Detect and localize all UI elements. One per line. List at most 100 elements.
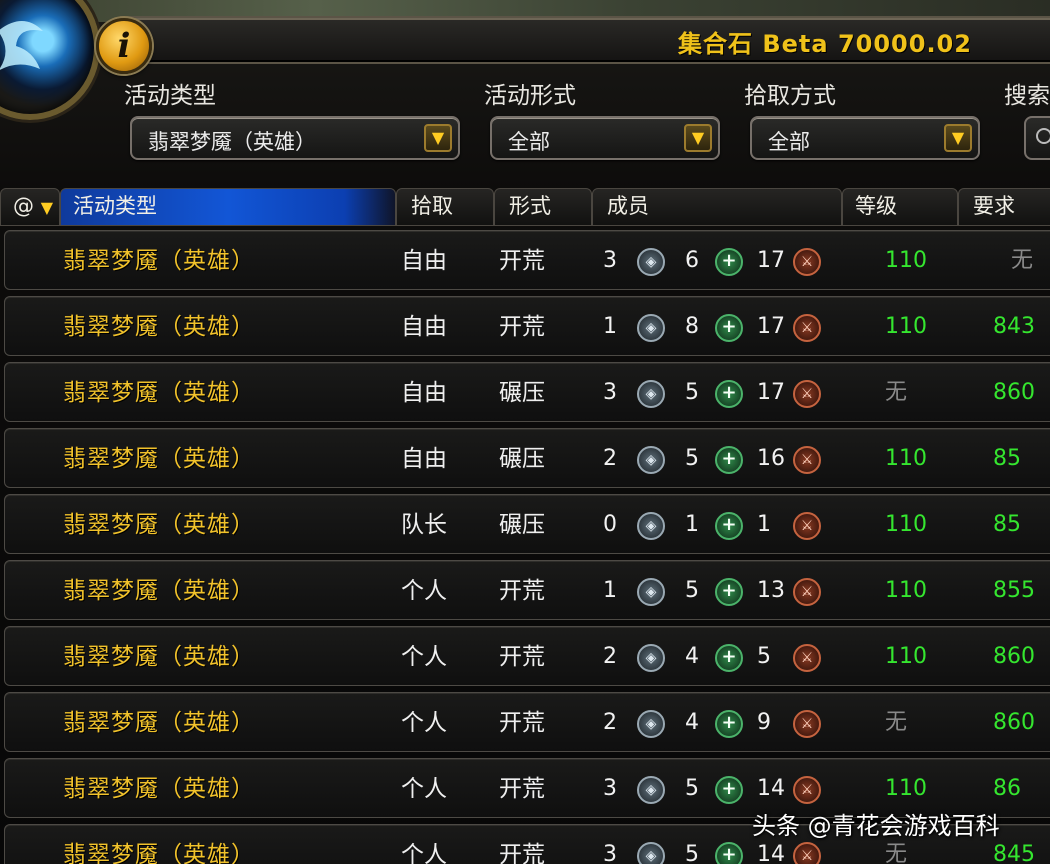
- column-header-members-label: 成员: [607, 194, 649, 218]
- requirement-value: 860: [993, 710, 1035, 735]
- dps-count: 1: [757, 512, 771, 537]
- column-header-mode[interactable]: 形式: [494, 188, 592, 226]
- info-button[interactable]: i: [96, 18, 152, 74]
- activity-mode: 开荒: [499, 842, 545, 864]
- healer-plus-icon: +: [715, 644, 743, 672]
- addon-version-label: 集合石 Beta 70000.02: [678, 30, 972, 58]
- loot-mode: 自由: [401, 248, 447, 274]
- activity-mode: 碾压: [499, 446, 545, 472]
- chevron-down-icon[interactable]: ▼: [944, 124, 972, 152]
- table-row[interactable]: 翡翠梦魇（英雄） 队长 碾压 0 ◈ 1 +1 ⚔ 110 85: [4, 494, 1050, 554]
- healer-count: 5: [685, 380, 699, 405]
- tank-shield-icon: ◈: [637, 710, 665, 738]
- column-header-members[interactable]: 成员: [592, 188, 842, 226]
- loot-mode: 自由: [401, 446, 447, 472]
- tank-count: 3: [603, 380, 617, 405]
- activity-type-dropdown[interactable]: 翡翠梦魇（英雄） ▼: [130, 116, 460, 160]
- tank-shield-icon: ◈: [637, 578, 665, 606]
- activity-name: 翡翠梦魇（英雄）: [63, 512, 255, 538]
- dps-count: 9: [757, 710, 771, 735]
- activity-mode: 开荒: [499, 644, 545, 670]
- healer-count: 8: [685, 314, 699, 339]
- healer-count: 1: [685, 512, 699, 537]
- healer-count: 6: [685, 248, 699, 273]
- activity-type-filter-label: 活动类型: [124, 83, 216, 109]
- activity-mode: 开荒: [499, 314, 545, 340]
- loot-mode-filter-label: 拾取方式: [744, 83, 836, 109]
- loot-mode: 个人: [401, 644, 447, 670]
- loot-mode-dropdown-value: 全部: [768, 130, 810, 154]
- dps-sword-icon: ⚔: [793, 380, 821, 408]
- search-label: 搜索: [1004, 83, 1050, 109]
- search-input[interactable]: [1024, 116, 1050, 160]
- dps-sword-icon: ⚔: [793, 644, 821, 672]
- column-header-requirement[interactable]: 要求: [958, 188, 1050, 226]
- tank-shield-icon: ◈: [637, 248, 665, 276]
- table-row[interactable]: 翡翠梦魇（英雄） 自由 碾压 2 ◈ 5 +16 ⚔ 110 85: [4, 428, 1050, 488]
- column-header-activity-label: 活动类型: [73, 194, 157, 218]
- dps-count: 13: [757, 578, 785, 603]
- table-row[interactable]: 翡翠梦魇（英雄） 自由 开荒 3 ◈ 6 +17 ⚔ 110 无: [4, 230, 1050, 290]
- tank-count: 2: [603, 446, 617, 471]
- loot-mode-dropdown[interactable]: 全部 ▼: [750, 116, 980, 160]
- dps-count: 16: [757, 446, 785, 471]
- requirement-value: 860: [993, 644, 1035, 669]
- addon-portrait-icon: [0, 0, 100, 120]
- tank-count: 3: [603, 842, 617, 864]
- level-value: 无: [885, 710, 908, 735]
- activity-name: 翡翠梦魇（英雄）: [63, 710, 255, 736]
- tank-count: 3: [603, 248, 617, 273]
- column-header-at-label: @: [13, 194, 34, 218]
- healer-plus-icon: +: [715, 578, 743, 606]
- chevron-down-icon[interactable]: ▼: [424, 124, 452, 152]
- sort-arrow-icon: ▼: [40, 198, 53, 217]
- level-value: 110: [885, 644, 927, 669]
- dps-sword-icon: ⚔: [793, 776, 821, 804]
- column-header-level-label: 等级: [855, 194, 897, 218]
- dps-sword-icon: ⚔: [793, 842, 821, 864]
- activity-mode: 碾压: [499, 380, 545, 406]
- table-row[interactable]: 翡翠梦魇（英雄） 自由 开荒 1 ◈ 8 +17 ⚔ 110 843: [4, 296, 1050, 356]
- dps-count: 5: [757, 644, 771, 669]
- dps-sword-icon: ⚔: [793, 578, 821, 606]
- requirement-value: 85: [993, 446, 1021, 471]
- activity-name: 翡翠梦魇（英雄）: [63, 842, 255, 864]
- activity-mode: 开荒: [499, 710, 545, 736]
- activity-name: 翡翠梦魇（英雄）: [63, 776, 255, 802]
- activity-name: 翡翠梦魇（英雄）: [63, 644, 255, 670]
- loot-mode: 自由: [401, 314, 447, 340]
- loot-mode: 个人: [401, 842, 447, 864]
- activity-mode-dropdown[interactable]: 全部 ▼: [490, 116, 720, 160]
- activity-name: 翡翠梦魇（英雄）: [63, 446, 255, 472]
- activity-mode: 开荒: [499, 776, 545, 802]
- activity-mode: 开荒: [499, 248, 545, 274]
- column-header-at[interactable]: @ ▼: [0, 188, 60, 226]
- tank-shield-icon: ◈: [637, 446, 665, 474]
- healer-plus-icon: +: [715, 776, 743, 804]
- tank-shield-icon: ◈: [637, 644, 665, 672]
- level-value: 110: [885, 512, 927, 537]
- healer-count: 4: [685, 710, 699, 735]
- activity-type-dropdown-value: 翡翠梦魇（英雄）: [148, 130, 316, 154]
- dps-sword-icon: ⚔: [793, 710, 821, 738]
- table-row[interactable]: 翡翠梦魇（英雄） 个人 开荒 1 ◈ 5 +13 ⚔ 110 855: [4, 560, 1050, 620]
- search-icon: [1036, 128, 1050, 144]
- chevron-down-icon[interactable]: ▼: [684, 124, 712, 152]
- requirement-value: 860: [993, 380, 1035, 405]
- column-header-loot[interactable]: 拾取: [396, 188, 494, 226]
- column-header-activity[interactable]: 活动类型: [60, 188, 396, 226]
- tank-shield-icon: ◈: [637, 842, 665, 864]
- column-header-level[interactable]: 等级: [842, 188, 958, 226]
- requirement-value: 85: [993, 512, 1021, 537]
- table-row[interactable]: 翡翠梦魇（英雄） 个人 开荒 2 ◈ 4 +5 ⚔ 110 860: [4, 626, 1050, 686]
- dps-sword-icon: ⚔: [793, 446, 821, 474]
- healer-plus-icon: +: [715, 314, 743, 342]
- requirement-value: 855: [993, 578, 1035, 603]
- tank-count: 1: [603, 314, 617, 339]
- table-row[interactable]: 翡翠梦魇（英雄） 自由 碾压 3 ◈ 5 +17 ⚔ 无 860: [4, 362, 1050, 422]
- activity-name: 翡翠梦魇（英雄）: [63, 314, 255, 340]
- tank-count: 2: [603, 644, 617, 669]
- level-value: 110: [885, 578, 927, 603]
- table-row[interactable]: 翡翠梦魇（英雄） 个人 开荒 2 ◈ 4 +9 ⚔ 无 860: [4, 692, 1050, 752]
- watermark: 头条 @青花会游戏百科: [752, 812, 1000, 840]
